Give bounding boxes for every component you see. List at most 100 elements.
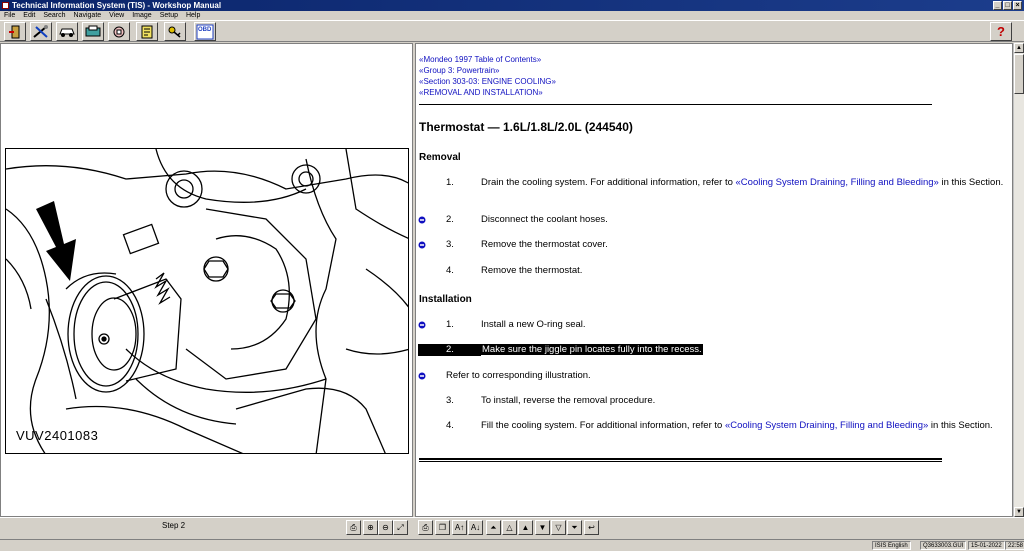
return-icon: ↩ [588, 523, 595, 532]
zoom-in-icon: ⊕ [367, 523, 374, 532]
main-toolbar: OBD ? [0, 20, 1024, 42]
breadcrumb-section-link[interactable]: «Section 303-03: ENGINE COOLING» [419, 76, 556, 87]
copy-button[interactable]: ❐ [435, 520, 450, 535]
step-text: To install, reverse the removal procedur… [481, 395, 656, 406]
previous-page-button[interactable]: △ [502, 520, 517, 535]
next-step-button[interactable]: ▼ [535, 520, 550, 535]
status-file: Q3633003.GUI [920, 541, 967, 550]
menu-help[interactable]: Help [186, 11, 200, 20]
illustration-label: VUV2401083 [16, 428, 99, 443]
zoom-in-button[interactable]: ⊕ [363, 520, 378, 535]
previous-step-button[interactable]: ▲ [518, 520, 533, 535]
step-text: Make sure the jiggle pin locates fully i… [481, 344, 1006, 356]
menu-edit[interactable]: Edit [23, 11, 35, 20]
increase-font-button[interactable]: A↑ [452, 520, 467, 535]
menu-search[interactable]: Search [43, 11, 65, 20]
step-number: 2. [418, 344, 481, 356]
breadcrumb-procedure-link[interactable]: «REMOVAL AND INSTALLATION» [419, 87, 556, 98]
step-number: 1. [446, 177, 454, 188]
illustration-link-icon[interactable] [418, 372, 426, 380]
menu-image[interactable]: Image [132, 11, 151, 20]
exit-icon [9, 25, 20, 38]
tools-button[interactable] [30, 22, 52, 41]
scroll-down-arrow-icon[interactable]: ▼ [1014, 507, 1024, 517]
menu-view[interactable]: View [109, 11, 124, 20]
document-icon [141, 25, 153, 38]
window-titlebar: Technical Information System (TIS) - Wor… [0, 0, 1024, 11]
status-date: 15-01-2022 [968, 541, 1005, 550]
step-text-pre: Drain the cooling system. For additional… [481, 177, 736, 188]
scroll-up-arrow-icon[interactable]: ▲ [1014, 43, 1024, 53]
zoom-out-icon: ⊖ [382, 523, 389, 532]
navigation-bar: Step 2 ⎙ ⊕ ⊖ ⤢ ⎙ ❐ A↑ A↓ ⏶ △ ▲ ▼ ▽ ⏷ ↩ [0, 517, 1024, 539]
illustration-link-icon[interactable] [418, 216, 426, 224]
next-page-button[interactable]: ▽ [551, 520, 566, 535]
document-title: Thermostat — 1.6L/1.8L/2.0L (244540) [419, 120, 633, 134]
document-button[interactable] [136, 22, 158, 41]
print-image-button[interactable]: ⎙ [346, 520, 361, 535]
print-document-button[interactable]: ⎙ [418, 520, 433, 535]
arrow-down-icon: ▼ [538, 523, 547, 532]
illustration-link-icon[interactable] [418, 241, 426, 249]
step-text-post: in this Section. [938, 177, 1004, 188]
first-step-button[interactable]: ⏶ [486, 520, 501, 535]
breadcrumb: «Mondeo 1997 Table of Contents» «Group 3… [419, 54, 556, 98]
triangle-up-icon: △ [506, 523, 513, 532]
window-title: Technical Information System (TIS) - Wor… [12, 1, 222, 10]
last-icon: ⏷ [571, 523, 578, 532]
engine-illustration[interactable]: VUV2401083 [5, 148, 409, 454]
close-button[interactable]: × [1013, 1, 1022, 10]
breadcrumb-toc-link[interactable]: «Mondeo 1997 Table of Contents» [419, 54, 556, 65]
printer-icon: ⎙ [422, 523, 429, 532]
obd-label: OBD [198, 27, 212, 33]
footer-divider [419, 458, 942, 462]
vehicle-info-button[interactable] [82, 22, 104, 41]
scroll-thumb[interactable] [1014, 54, 1024, 94]
illustration-pane: VUV2401083 [0, 43, 413, 517]
step-text: Remove the thermostat. [481, 265, 583, 276]
maximize-button[interactable]: □ [1003, 1, 1012, 10]
step-text: Remove the thermostat cover. [481, 239, 608, 250]
key-button[interactable] [164, 22, 186, 41]
cooling-system-link[interactable]: «Cooling System Draining, Filling and Bl… [725, 420, 928, 431]
step-text: Disconnect the coolant hoses. [481, 214, 608, 225]
zoom-out-button[interactable]: ⊖ [378, 520, 393, 535]
decrease-font-button[interactable]: A↓ [468, 520, 483, 535]
step-number: 3. [446, 395, 454, 406]
window-controls: _ □ × [993, 1, 1022, 10]
document-scrollbar[interactable]: ▲ ▼ [1013, 43, 1024, 517]
step-text: Install a new O-ring seal. [481, 319, 586, 330]
minimize-button[interactable]: _ [993, 1, 1002, 10]
menu-navigate[interactable]: Navigate [74, 11, 102, 20]
component-icon [113, 26, 125, 37]
fit-screen-icon: ⤢ [397, 523, 404, 532]
font-increase-icon: A↑ [454, 523, 465, 532]
status-bar: ISIS English Q3633003.GUI 15-01-2022 22:… [0, 539, 1024, 550]
document-pane: «Mondeo 1997 Table of Contents» «Group 3… [415, 43, 1013, 517]
breadcrumb-group-link[interactable]: «Group 3: Powertrain» [419, 65, 556, 76]
last-step-button[interactable]: ⏷ [567, 520, 582, 535]
step-number: 3. [446, 239, 454, 250]
vehicle-button[interactable] [56, 22, 78, 41]
step-text: Fill the cooling system. For additional … [481, 420, 1006, 432]
step-indicator: Step 2 [162, 521, 186, 530]
thermostat-diagram-image [6, 149, 408, 453]
return-button[interactable]: ↩ [584, 520, 599, 535]
first-icon: ⏶ [490, 523, 497, 532]
menu-file[interactable]: File [4, 11, 15, 20]
help-button[interactable]: ? [990, 22, 1012, 41]
step-text-highlighted: Make sure the jiggle pin locates fully i… [481, 344, 703, 355]
font-decrease-icon: A↓ [470, 523, 481, 532]
illustration-link-icon[interactable] [418, 321, 426, 329]
exit-button[interactable] [4, 22, 26, 41]
cooling-system-link[interactable]: «Cooling System Draining, Filling and Bl… [736, 177, 939, 188]
step-text-pre: Fill the cooling system. For additional … [481, 420, 725, 431]
menu-setup[interactable]: Setup [160, 11, 178, 20]
step-number: 1. [446, 319, 454, 330]
obd-button[interactable]: OBD [194, 22, 216, 41]
key-icon [168, 26, 181, 38]
header-divider [419, 104, 932, 105]
step-text-post: in this Section. [928, 420, 993, 431]
component-button[interactable] [108, 22, 130, 41]
fit-image-button[interactable]: ⤢ [393, 520, 408, 535]
